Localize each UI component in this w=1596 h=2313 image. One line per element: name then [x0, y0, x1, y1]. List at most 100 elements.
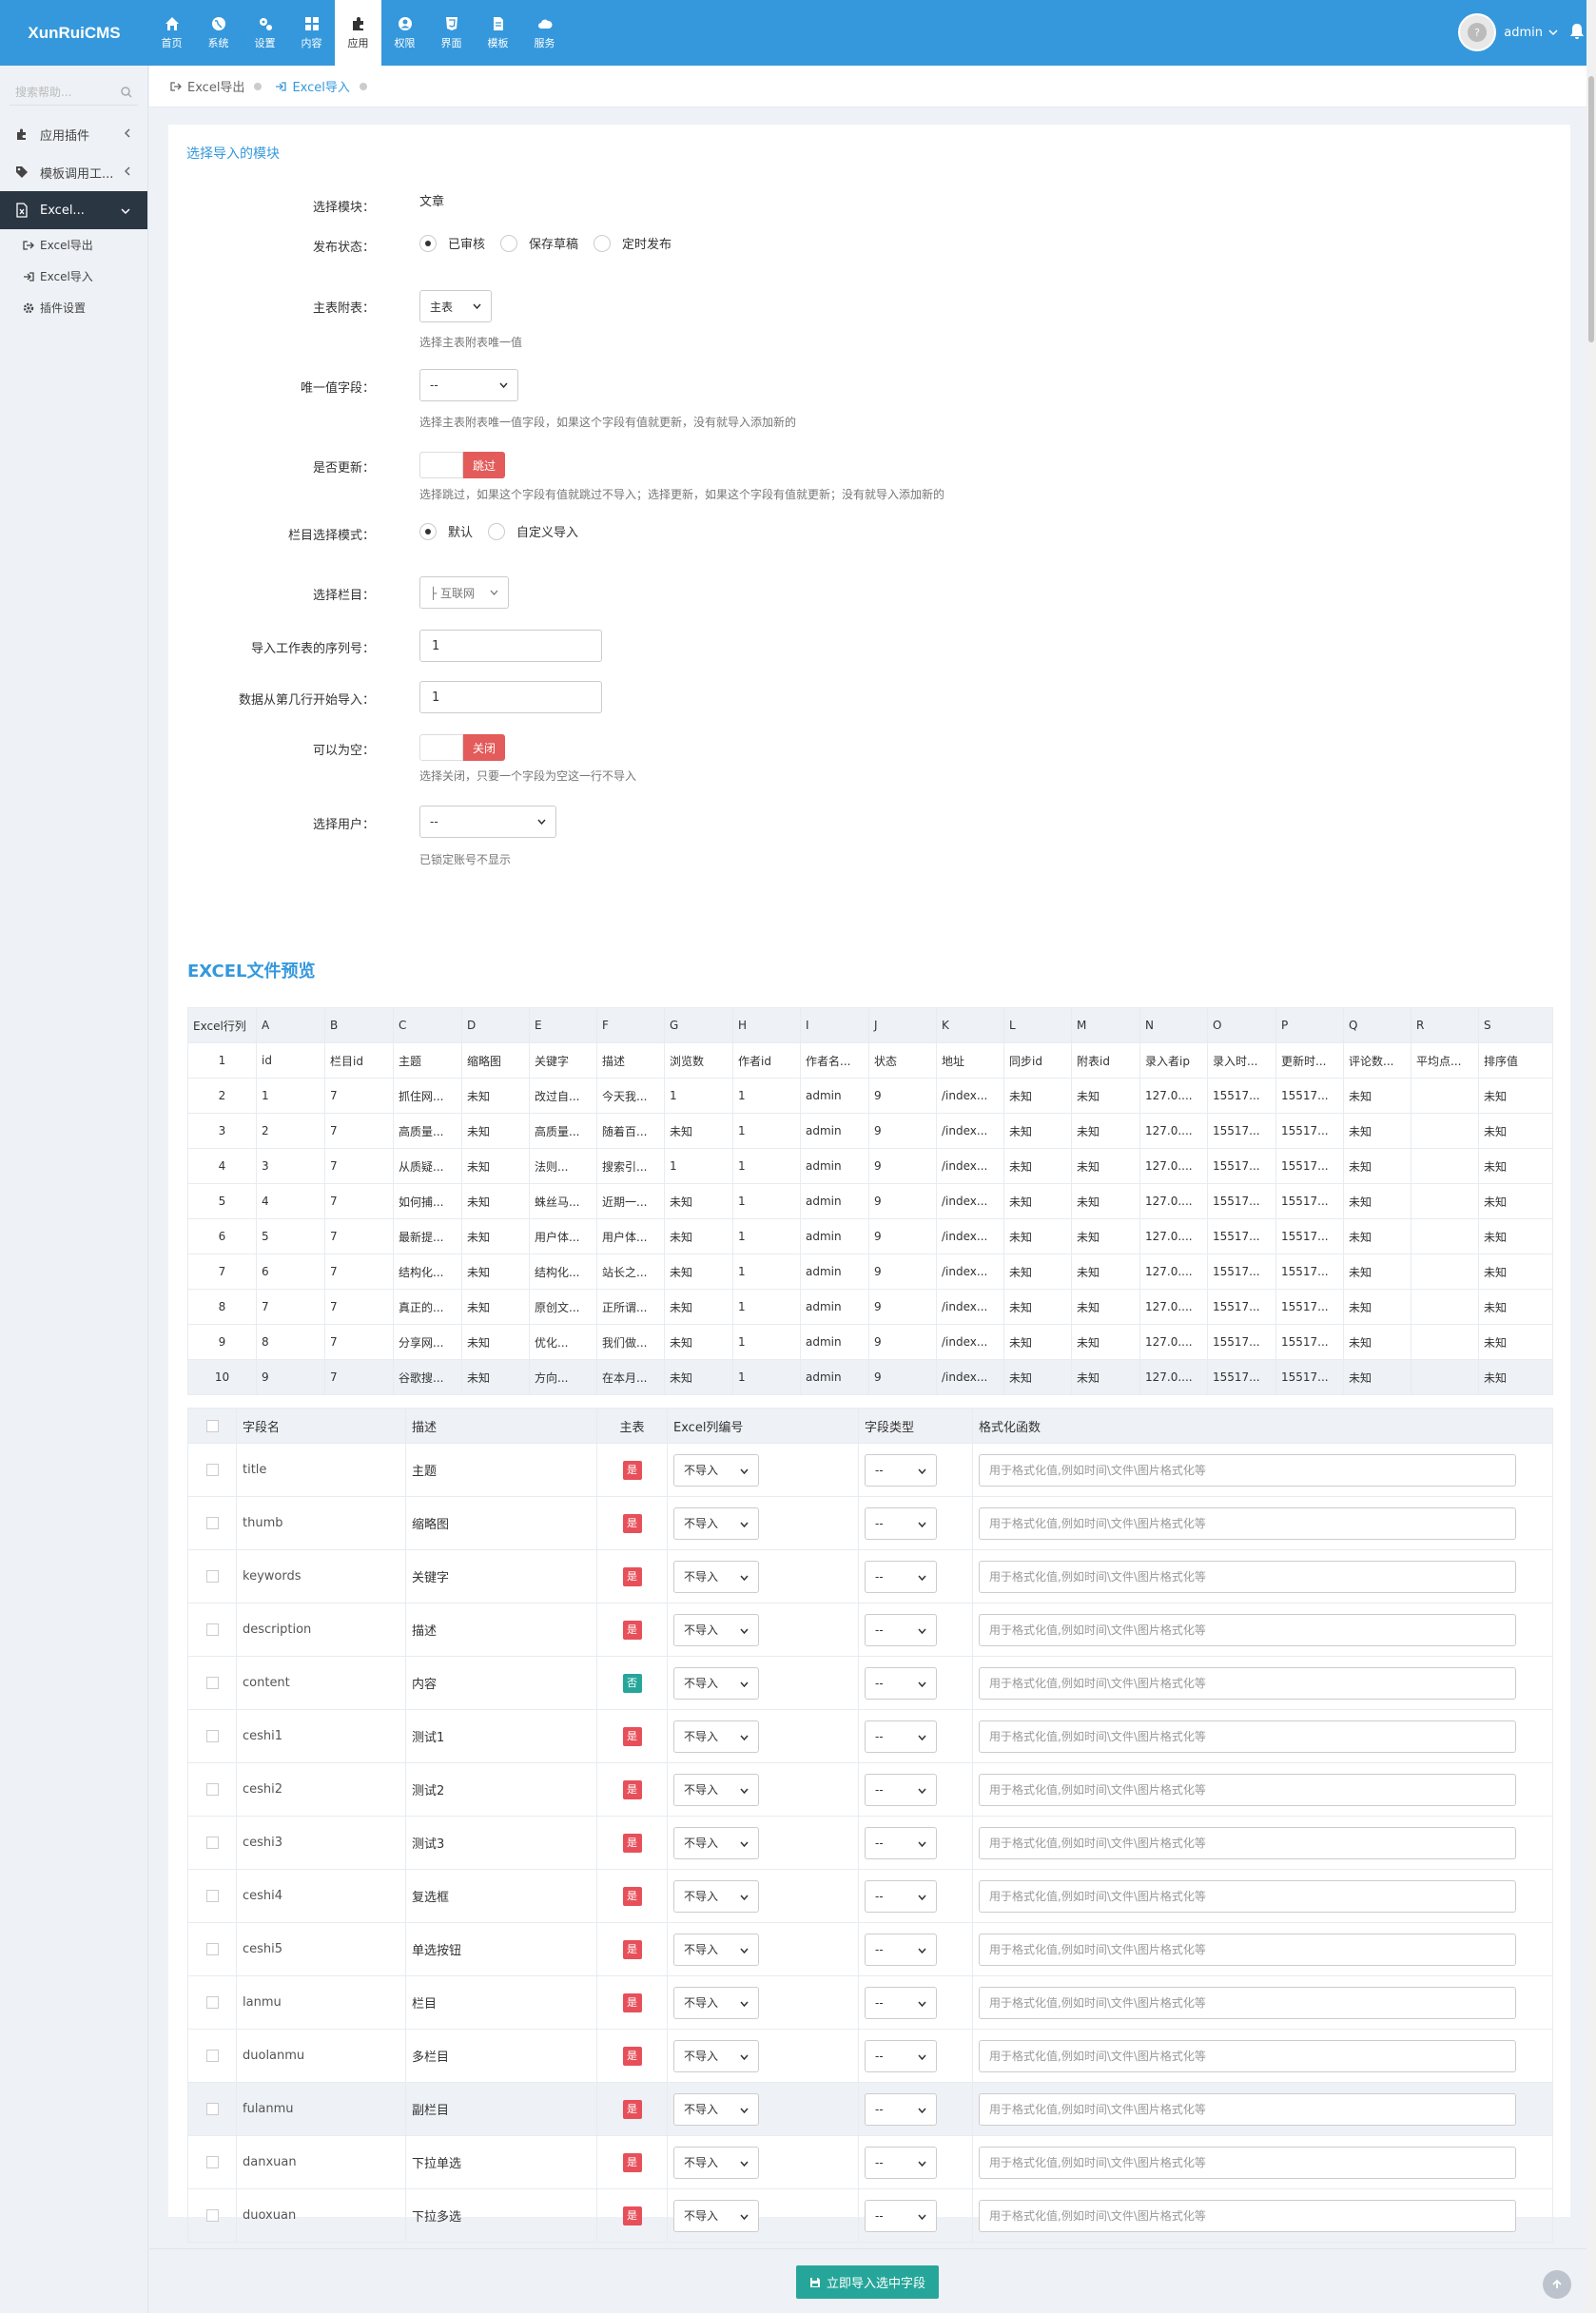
field-type-select[interactable]: -- — [865, 1773, 937, 1806]
field-checkbox[interactable] — [205, 1464, 219, 1476]
excel-col-select[interactable]: 不导入 — [673, 1506, 759, 1540]
unique-select[interactable]: -- — [419, 369, 518, 401]
excel-col-select[interactable]: 不导入 — [673, 2199, 759, 2232]
radio-approved[interactable]: 已审核 — [419, 234, 485, 252]
page-scrollbar[interactable] — [1586, 0, 1596, 2313]
format-function-input[interactable]: 用于格式化值,例如时间\文件\图片格式化等 — [979, 1773, 1516, 1806]
field-type-select[interactable]: -- — [865, 2146, 937, 2179]
field-checkbox[interactable] — [205, 2050, 219, 2062]
field-checkbox[interactable] — [205, 1890, 219, 1902]
field-checkbox[interactable] — [205, 1730, 219, 1742]
field-checkbox[interactable] — [205, 1837, 219, 1849]
breadcrumb-export[interactable]: Excel导出 — [170, 77, 263, 95]
format-function-input[interactable]: 用于格式化值,例如时间\文件\图片格式化等 — [979, 1879, 1516, 1913]
excel-col-select[interactable]: 不导入 — [673, 1826, 759, 1859]
sidebar-subitem-import[interactable]: Excel导入 — [0, 261, 147, 292]
format-function-input[interactable]: 用于格式化值,例如时间\文件\图片格式化等 — [979, 1613, 1516, 1646]
field-checkbox[interactable] — [205, 1677, 219, 1689]
radio-default[interactable]: 默认 — [419, 522, 473, 540]
excel-col-select[interactable]: 不导入 — [673, 2146, 759, 2179]
excel-col-select[interactable]: 不导入 — [673, 1453, 759, 1487]
scroll-to-top-button[interactable] — [1543, 2270, 1571, 2299]
field-checkbox[interactable] — [205, 1623, 219, 1636]
nav-item-grid[interactable]: 内容 — [288, 0, 335, 66]
field-type-select[interactable]: -- — [865, 1933, 937, 1966]
field-checkbox[interactable] — [205, 2103, 219, 2115]
sidebar-subitem-settings[interactable]: 插件设置 — [0, 292, 147, 323]
update-toggle[interactable]: 跳过 — [419, 452, 505, 478]
field-checkbox[interactable] — [205, 1783, 219, 1796]
field-checkbox[interactable] — [205, 1943, 219, 1955]
scrollbar-thumb[interactable] — [1588, 76, 1594, 342]
excel-col-select[interactable]: 不导入 — [673, 1879, 759, 1913]
field-checkbox[interactable] — [205, 1517, 219, 1529]
field-col-header[interactable] — [187, 1408, 237, 1444]
nav-item-home[interactable]: 首页 — [148, 0, 195, 66]
nav-item-cogs[interactable]: 设置 — [242, 0, 288, 66]
startrow-input[interactable]: 1 — [419, 681, 602, 713]
sidebar-search[interactable]: 搜索帮助... — [10, 79, 138, 106]
nav-item-cloud[interactable]: 服务 — [521, 0, 568, 66]
field-type-select[interactable]: -- — [865, 1879, 937, 1913]
logo[interactable]: XunRuiCMS — [0, 0, 148, 66]
field-type-select[interactable]: -- — [865, 1453, 937, 1487]
format-function-input[interactable]: 用于格式化值,例如时间\文件\图片格式化等 — [979, 1933, 1516, 1966]
field-checkbox[interactable] — [205, 2156, 219, 2168]
format-function-input[interactable]: 用于格式化值,例如时间\文件\图片格式化等 — [979, 1720, 1516, 1753]
field-type-select[interactable]: -- — [865, 1986, 937, 2019]
format-function-input[interactable]: 用于格式化值,例如时间\文件\图片格式化等 — [979, 2039, 1516, 2072]
sidebar-item-plugins[interactable]: 应用插件 — [0, 115, 147, 153]
field-type-select[interactable]: -- — [865, 2199, 937, 2232]
excel-col-select[interactable]: 不导入 — [673, 2039, 759, 2072]
nav-item-html5[interactable]: 界面 — [428, 0, 475, 66]
user-select[interactable]: -- — [419, 806, 556, 838]
sidebar-subitem-export[interactable]: Excel导出 — [0, 229, 147, 261]
nav-item-user-circle[interactable]: 权限 — [381, 0, 428, 66]
excel-col-select[interactable]: 不导入 — [673, 1613, 759, 1646]
format-function-input[interactable]: 用于格式化值,例如时间\文件\图片格式化等 — [979, 1506, 1516, 1540]
radio-draft[interactable]: 保存草稿 — [500, 234, 578, 252]
field-checkbox[interactable] — [205, 2209, 219, 2222]
excel-col-select[interactable]: 不导入 — [673, 1933, 759, 1966]
breadcrumb-import[interactable]: Excel导入 — [275, 77, 367, 95]
category-select[interactable]: ├ 互联网 — [419, 576, 509, 609]
table-select[interactable]: 主表 — [419, 290, 492, 322]
sheet-input[interactable]: 1 — [419, 630, 602, 662]
excel-col-select[interactable]: 不导入 — [673, 1986, 759, 2019]
field-type-select[interactable]: -- — [865, 1506, 937, 1540]
field-type-select[interactable]: -- — [865, 2039, 937, 2072]
field-checkbox[interactable] — [205, 1996, 219, 2009]
select-all-checkbox[interactable] — [205, 1419, 219, 1432]
user-menu[interactable]: ? admin — [1458, 13, 1558, 51]
excel-col-select[interactable]: 不导入 — [673, 1720, 759, 1753]
nav-item-puzzle[interactable]: 应用 — [335, 0, 381, 66]
field-type-select[interactable]: -- — [865, 2092, 937, 2126]
field-type-select[interactable]: -- — [865, 1826, 937, 1859]
nav-item-globe[interactable]: 系统 — [195, 0, 242, 66]
field-type-select[interactable]: -- — [865, 1560, 937, 1593]
field-type-select[interactable]: -- — [865, 1666, 937, 1700]
excel-col-select[interactable]: 不导入 — [673, 2092, 759, 2126]
excel-col-select[interactable]: 不导入 — [673, 1666, 759, 1700]
empty-toggle[interactable]: 关闭 — [419, 734, 505, 761]
radio-custom[interactable]: 自定义导入 — [488, 522, 578, 540]
excel-col-select[interactable]: 不导入 — [673, 1560, 759, 1593]
field-checkbox[interactable] — [205, 1570, 219, 1583]
nav-item-file[interactable]: 模板 — [475, 0, 521, 66]
format-function-input[interactable]: 用于格式化值,例如时间\文件\图片格式化等 — [979, 1453, 1516, 1487]
field-type-select[interactable]: -- — [865, 1613, 937, 1646]
sidebar-item-excel[interactable]: Excel... — [0, 191, 147, 229]
format-function-input[interactable]: 用于格式化值,例如时间\文件\图片格式化等 — [979, 2146, 1516, 2179]
format-function-input[interactable]: 用于格式化值,例如时间\文件\图片格式化等 — [979, 1666, 1516, 1700]
excel-col-select[interactable]: 不导入 — [673, 1773, 759, 1806]
field-type-select[interactable]: -- — [865, 1720, 937, 1753]
format-function-input[interactable]: 用于格式化值,例如时间\文件\图片格式化等 — [979, 2199, 1516, 2232]
format-function-input[interactable]: 用于格式化值,例如时间\文件\图片格式化等 — [979, 1826, 1516, 1859]
format-function-input[interactable]: 用于格式化值,例如时间\文件\图片格式化等 — [979, 1986, 1516, 2019]
radio-scheduled[interactable]: 定时发布 — [594, 234, 671, 252]
format-function-input[interactable]: 用于格式化值,例如时间\文件\图片格式化等 — [979, 1560, 1516, 1593]
import-submit-button[interactable]: 立即导入选中字段 — [796, 2265, 940, 2299]
sidebar-item-template[interactable]: 模板调用工... — [0, 153, 147, 191]
format-function-input[interactable]: 用于格式化值,例如时间\文件\图片格式化等 — [979, 2092, 1516, 2126]
bell-icon[interactable] — [1569, 23, 1585, 44]
